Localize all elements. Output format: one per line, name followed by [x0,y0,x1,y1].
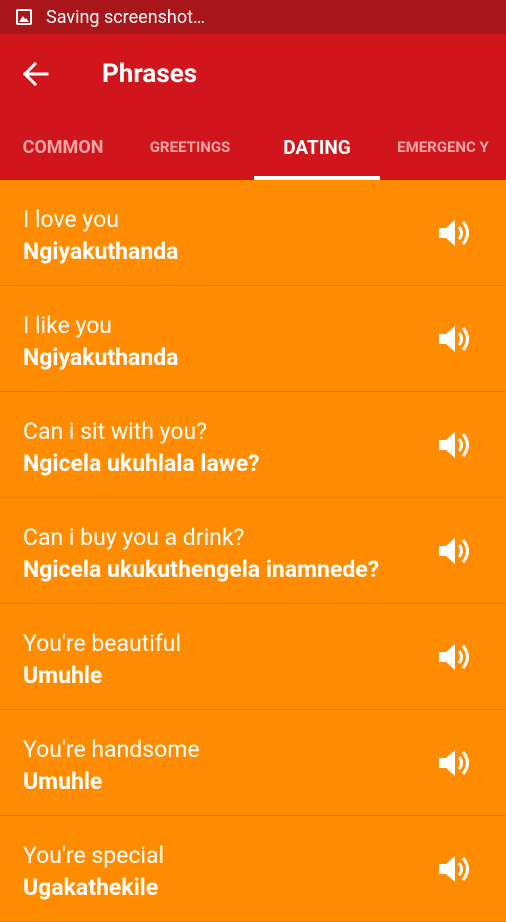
phrase-zulu: Umuhle [23,662,103,689]
speaker-icon[interactable] [437,324,471,354]
phrase-zulu: Ngiyakuthanda [23,344,179,371]
speaker-icon[interactable] [437,536,471,566]
list-item[interactable]: I love you Ngiyakuthanda [0,180,506,286]
phrase-english: You're special [23,842,165,869]
list-item[interactable]: You're handsome Umuhle [0,710,506,816]
phrase-list: I love you Ngiyakuthanda I like you Ngiy… [0,180,506,922]
phrase-english: I like you [23,312,112,339]
tab-dating[interactable]: DATING [254,114,380,180]
tab-bar: COMMON GREETINGS DATING EMERGENC Y [0,114,506,180]
speaker-icon[interactable] [437,430,471,460]
phrase-english: You're beautiful [23,630,182,657]
list-item[interactable]: You're special Ugakathekile [0,816,506,922]
phrase-english: Can i buy you a drink? [23,524,245,551]
phrase-zulu: Ngicela ukukuthengela inamnede? [23,556,380,583]
status-text: Saving screenshot… [46,6,206,28]
speaker-icon[interactable] [437,748,471,778]
app-bar: Phrases [0,34,506,114]
phrase-english: I love you [23,206,119,233]
phrase-english: Can i sit with you? [23,418,208,445]
phrase-zulu: Ugakathekile [23,874,159,901]
phrase-zulu: Ngiyakuthanda [23,238,179,265]
tab-emergency[interactable]: EMERGENC Y [380,114,506,180]
speaker-icon[interactable] [437,642,471,672]
list-item[interactable]: You're beautiful Umuhle [0,604,506,710]
screenshot-icon [16,9,32,25]
list-item[interactable]: Can i buy you a drink? Ngicela ukukuthen… [0,498,506,604]
speaker-icon[interactable] [437,218,471,248]
list-item[interactable]: I like you Ngiyakuthanda [0,286,506,392]
list-item[interactable]: Can i sit with you? Ngicela ukuhlala law… [0,392,506,498]
arrow-back-icon [23,62,49,86]
tab-common[interactable]: COMMON [0,114,126,180]
speaker-icon[interactable] [437,854,471,884]
tab-greetings[interactable]: GREETINGS [126,114,254,180]
phrase-zulu: Ngicela ukuhlala lawe? [23,450,260,477]
phrase-zulu: Umuhle [23,768,103,795]
phrase-english: You're handsome [23,736,200,763]
page-title: Phrases [102,59,198,89]
status-bar: Saving screenshot… [0,0,506,34]
back-button[interactable] [16,54,56,94]
